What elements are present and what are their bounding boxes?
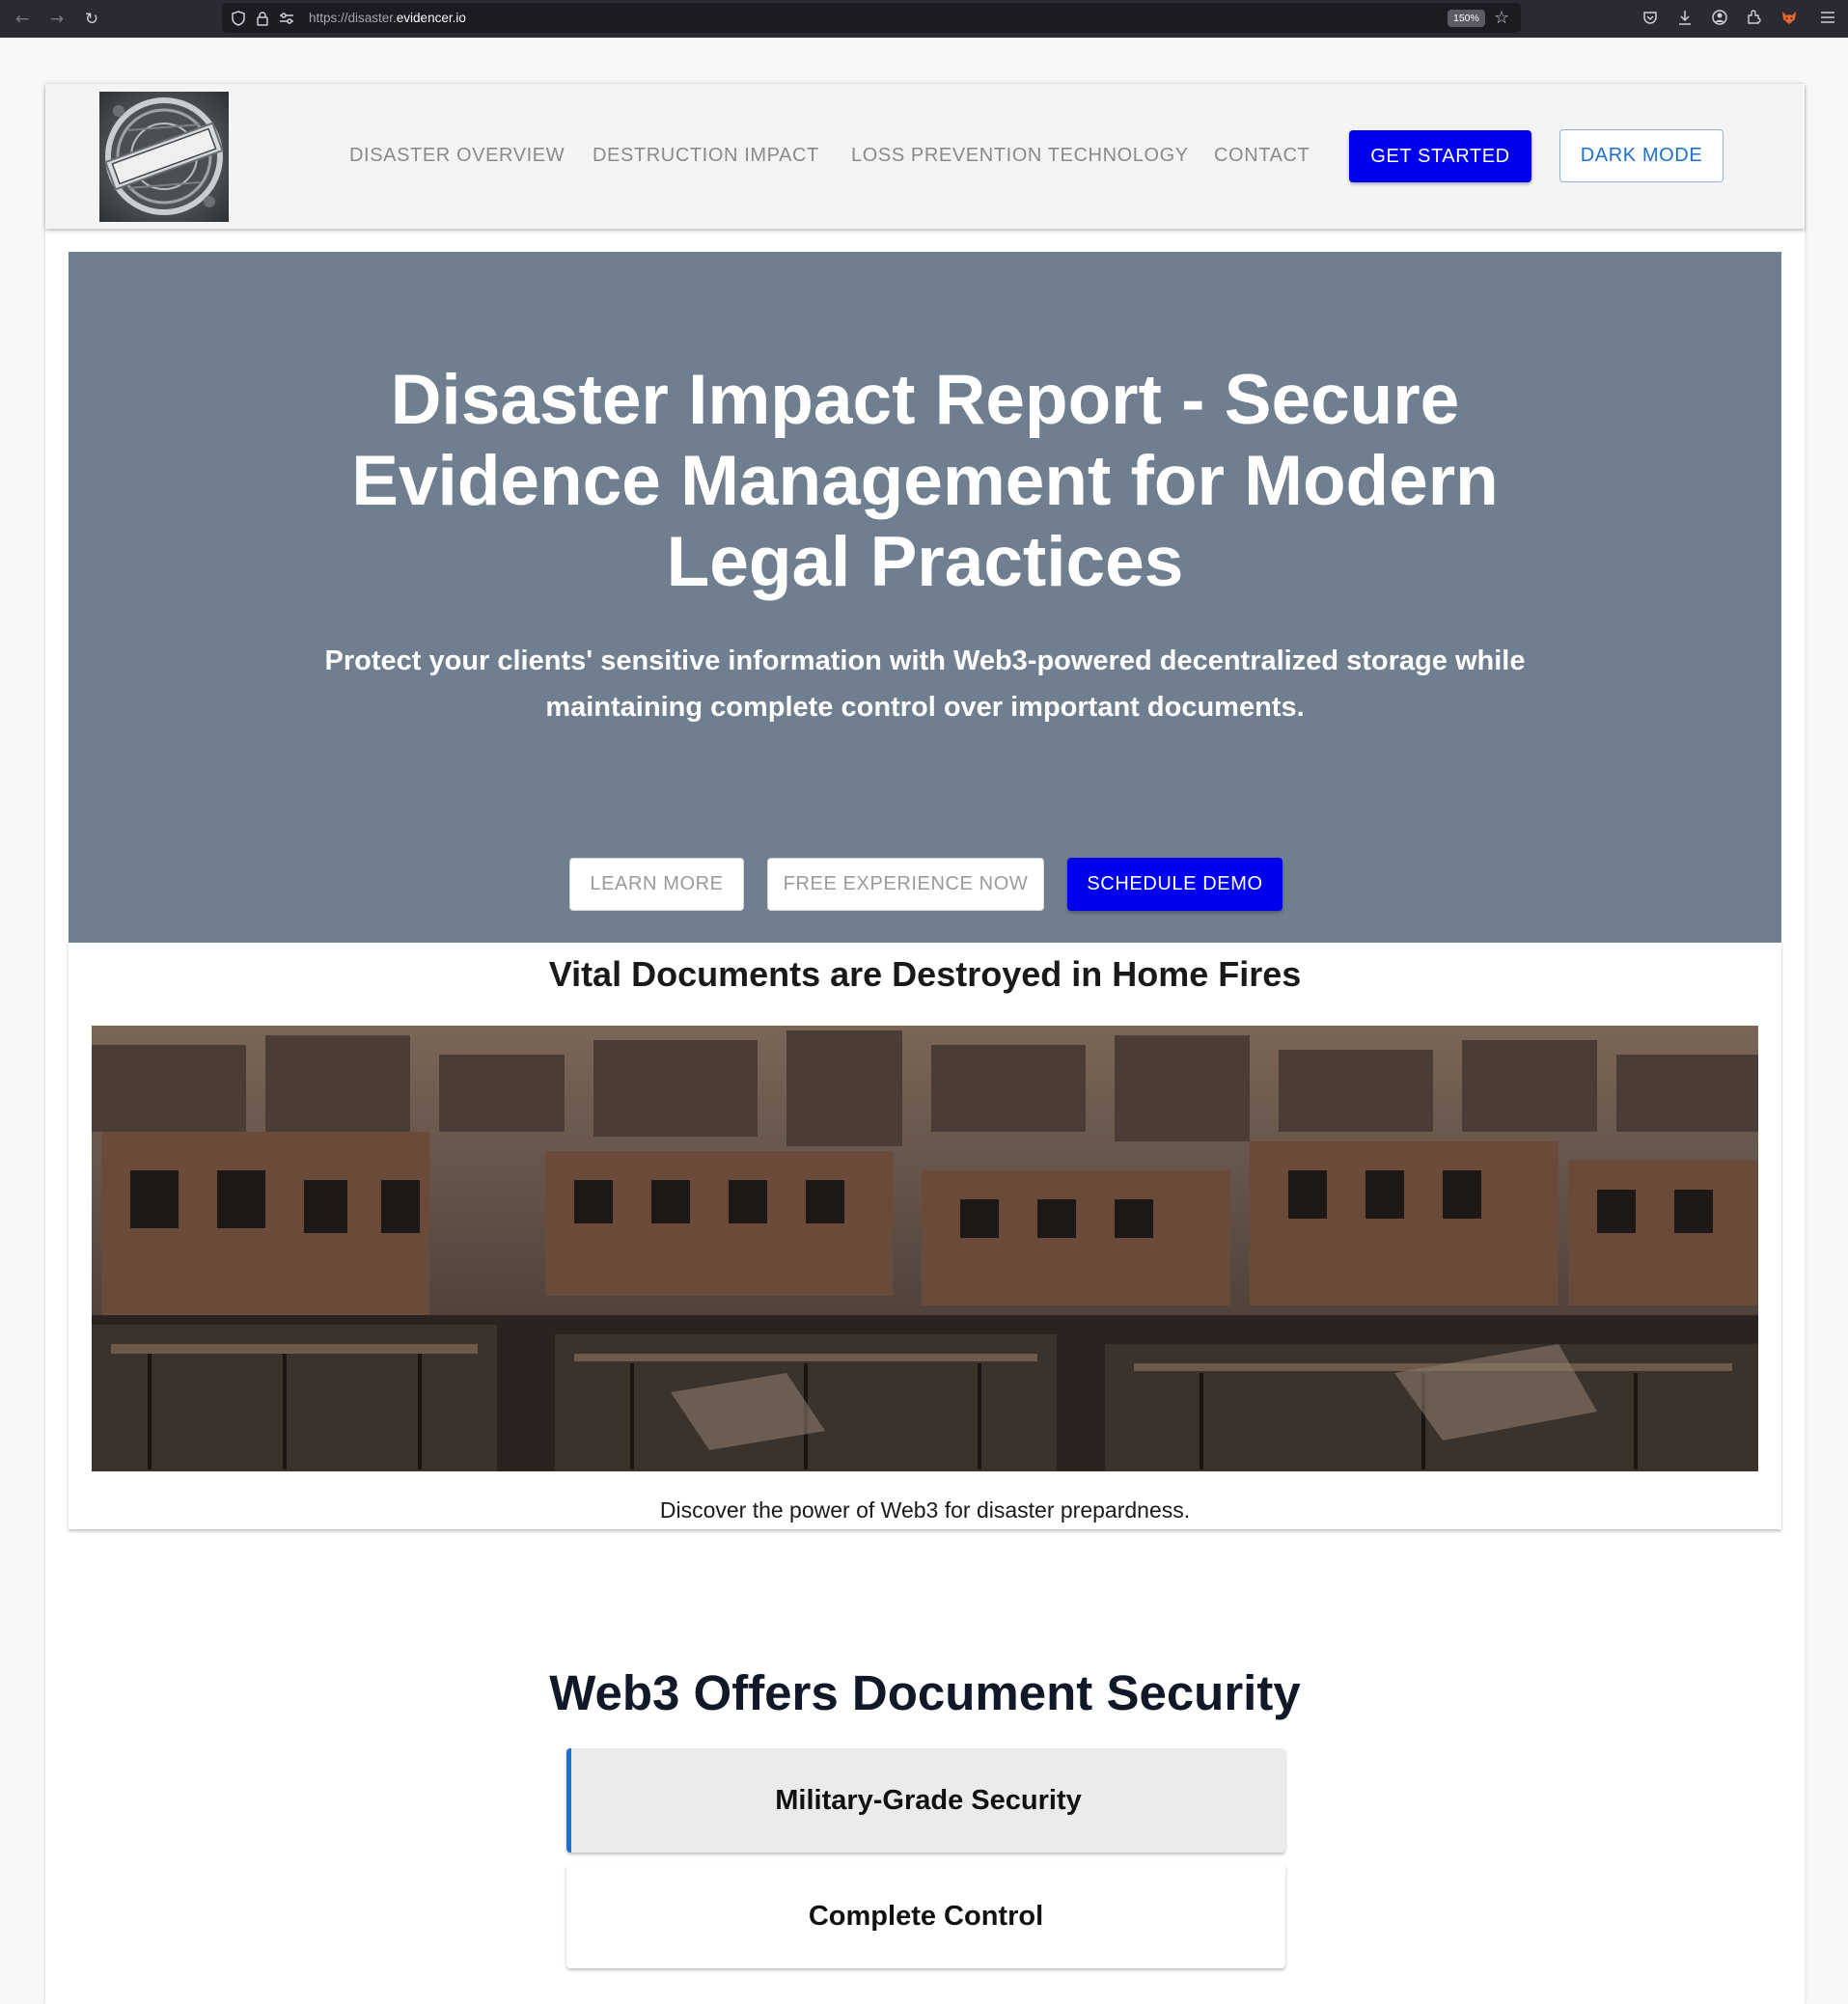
address-bar[interactable]: https://disaster.evidencer.io 150% ☆ bbox=[222, 3, 1521, 33]
learn-more-button[interactable]: LEARN MORE bbox=[569, 858, 744, 911]
get-started-button[interactable]: GET STARTED bbox=[1349, 130, 1531, 182]
schedule-demo-button[interactable]: SCHEDULE DEMO bbox=[1067, 858, 1283, 911]
fox-extension-icon[interactable] bbox=[1778, 6, 1801, 29]
reload-icon[interactable]: ↻ bbox=[79, 7, 104, 32]
site-container: DISASTER OVERVIEW DESTRUCTION IMPACT LOS… bbox=[45, 84, 1805, 2004]
hero-subtitle: Protect your clients' sensitive informat… bbox=[324, 645, 1526, 723]
hero-title: Disaster Impact Report - Secure Evidence… bbox=[351, 361, 1499, 601]
download-icon[interactable] bbox=[1673, 6, 1696, 29]
nav-loss-prevention-technology[interactable]: LOSS PREVENTION TECHNOLOGY bbox=[851, 145, 1189, 167]
shield-icon[interactable] bbox=[230, 10, 247, 27]
url-prefix: https://disaster. bbox=[309, 11, 397, 25]
nav-contact[interactable]: CONTACT bbox=[1214, 145, 1310, 167]
permissions-icon[interactable] bbox=[278, 10, 295, 27]
burned-houses-image bbox=[92, 1026, 1758, 1471]
site-header: DISASTER OVERVIEW DESTRUCTION IMPACT LOS… bbox=[45, 84, 1805, 229]
hero-section: Disaster Impact Report - Secure Evidence… bbox=[69, 252, 1781, 943]
browser-toolbar: ← → ↻ https://disaster.evidencer.io 150%… bbox=[0, 0, 1848, 38]
menu-icon[interactable] bbox=[1816, 6, 1839, 29]
site-logo[interactable] bbox=[99, 92, 229, 222]
zoom-indicator[interactable]: 150% bbox=[1448, 10, 1485, 27]
security-section-title: Web3 Offers Document Security bbox=[549, 1665, 1301, 1720]
bookmark-star-icon[interactable]: ☆ bbox=[1494, 8, 1509, 28]
dark-mode-button[interactable]: DARK MODE bbox=[1559, 129, 1724, 182]
pocket-icon[interactable] bbox=[1639, 6, 1662, 29]
feature-military-grade-security[interactable]: Military-Grade Security bbox=[566, 1748, 1285, 1853]
back-icon[interactable]: ← bbox=[10, 7, 35, 32]
account-icon[interactable] bbox=[1708, 6, 1731, 29]
feature-complete-control[interactable]: Complete Control bbox=[566, 1864, 1285, 1968]
free-experience-button[interactable]: FREE EXPERIENCE NOW bbox=[767, 858, 1044, 911]
card-title: Vital Documents are Destroyed in Home Fi… bbox=[548, 954, 1302, 994]
url-text[interactable]: https://disaster.evidencer.io bbox=[309, 11, 466, 25]
forward-icon[interactable]: → bbox=[44, 7, 69, 32]
nav-disaster-overview[interactable]: DISASTER OVERVIEW bbox=[349, 145, 565, 167]
nav-destruction-impact[interactable]: DESTRUCTION IMPACT bbox=[593, 145, 819, 167]
fire-image-card: Vital Documents are Destroyed in Home Fi… bbox=[69, 943, 1781, 1529]
extensions-icon[interactable] bbox=[1743, 6, 1766, 29]
card-caption: Discover the power of Web3 for disaster … bbox=[659, 1497, 1191, 1523]
url-host: evidencer.io bbox=[396, 11, 466, 25]
lock-icon[interactable] bbox=[254, 10, 271, 27]
